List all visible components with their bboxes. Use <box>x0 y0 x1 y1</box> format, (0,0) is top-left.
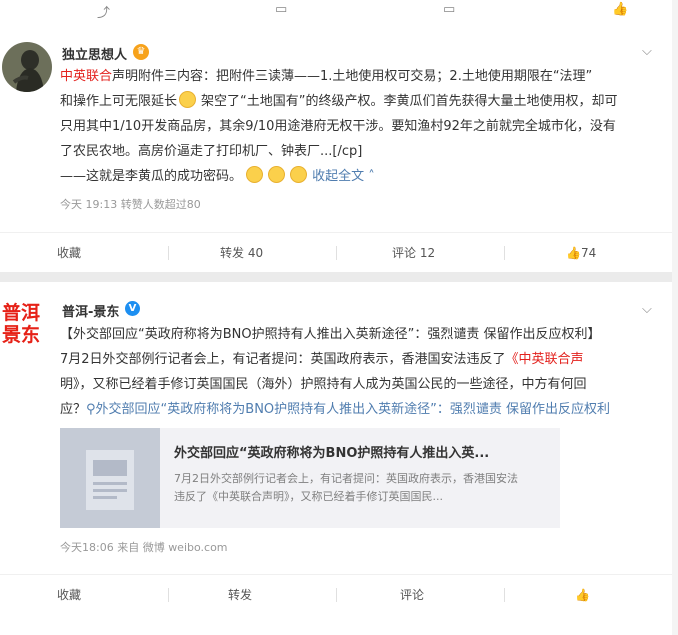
hashtag-link[interactable]: 《中英联合声 <box>506 352 584 367</box>
username[interactable]: 独立思想人 <box>62 44 127 63</box>
repost-button[interactable]: 转发 40 <box>220 233 263 273</box>
chevron-up-icon[interactable]: ˄ <box>364 169 375 184</box>
avatar[interactable] <box>2 42 52 92</box>
username[interactable]: 普洱-景东 <box>62 301 119 320</box>
previous-card-strip: ⤴ ▭ ▭ 👍 <box>0 0 672 21</box>
like-button[interactable]: 👍74 <box>566 233 596 273</box>
emoji-icon <box>290 166 308 183</box>
thumbs-up-icon: 👍 <box>575 588 590 602</box>
link-card-description: 7月2日外交部例行记者会上，有记者提问：英国政府表示，香港国安法 违反了《中英联… <box>174 472 518 503</box>
divider <box>336 588 337 602</box>
collect-button[interactable]: 收藏 <box>57 233 81 273</box>
collect-button[interactable]: 收藏 <box>57 575 81 615</box>
divider <box>168 588 169 602</box>
weibo-post-card: 独立思想人 ♛ ⌵ 中英联合声明附件三内容：把附件三读薄——1.土地使用权可交易… <box>0 20 672 272</box>
article-link[interactable]: 外交部回应“英政府称将为BNO护照持有人推出入英新途径”：强烈谴责 保留作出反应… <box>96 402 610 417</box>
post-meta: 今天18:06 来自 微博 weibo.com <box>60 541 228 554</box>
chevron-down-icon[interactable]: ⌵ <box>642 302 652 317</box>
chevron-down-icon[interactable]: ⌵ <box>642 44 652 59</box>
avatar-logo[interactable]: 普洱 景东 <box>2 302 52 346</box>
divider <box>504 246 505 260</box>
post-text: 【外交部回应“英政府称将为BNO护照持有人推出入英新途径”：强烈谴责 保留作出反… <box>60 327 611 417</box>
emoji-icon <box>268 166 286 183</box>
divider <box>504 588 505 602</box>
repost-button[interactable]: 转发 <box>228 575 252 615</box>
post-text: 中英联合声明附件三内容：把附件三读薄——1.土地使用权可交易；2.土地使用期限在… <box>60 69 618 184</box>
action-bar: 收藏 转发 评论 👍 <box>0 574 672 614</box>
scrollbar[interactable] <box>672 0 678 635</box>
chat-icon[interactable]: ▭ <box>443 2 455 17</box>
weibo-post-card: 普洱 景东 普洱-景东 V ⌵ 【外交部回应“英政府称将为BNO护照持有人推出入… <box>0 282 672 635</box>
divider <box>168 246 169 260</box>
post-meta: 今天 19:13 转赞人数超过80 <box>60 198 201 211</box>
comment-button[interactable]: 评论 12 <box>392 233 435 273</box>
comment-icon[interactable]: ▭ <box>275 2 287 17</box>
thumbs-up-icon: 👍 <box>566 246 581 260</box>
like-button[interactable]: 👍 <box>575 575 590 615</box>
collapse-link[interactable]: 收起全文 <box>312 169 364 184</box>
action-bar: 收藏 转发 40 评论 12 👍74 <box>0 232 672 272</box>
link-icon: ⚲ <box>86 402 96 417</box>
verified-badge-icon: V <box>125 301 140 316</box>
link-card-title: 外交部回应“英政府称将为BNO护照持有人推出入英... <box>174 446 490 461</box>
emoji-icon <box>246 166 264 183</box>
share-icon[interactable]: ⤴ <box>97 2 110 21</box>
vip-badge-icon[interactable]: ♛ <box>133 44 149 60</box>
divider <box>336 246 337 260</box>
document-icon <box>60 428 160 528</box>
link-preview-card[interactable]: 外交部回应“英政府称将为BNO护照持有人推出入英... 7月2日外交部例行记者会… <box>60 428 560 528</box>
hashtag-link[interactable]: 中英联合 <box>60 69 112 84</box>
comment-button[interactable]: 评论 <box>400 575 424 615</box>
like-icon[interactable]: 👍 <box>612 2 628 17</box>
emoji-icon <box>179 91 197 108</box>
